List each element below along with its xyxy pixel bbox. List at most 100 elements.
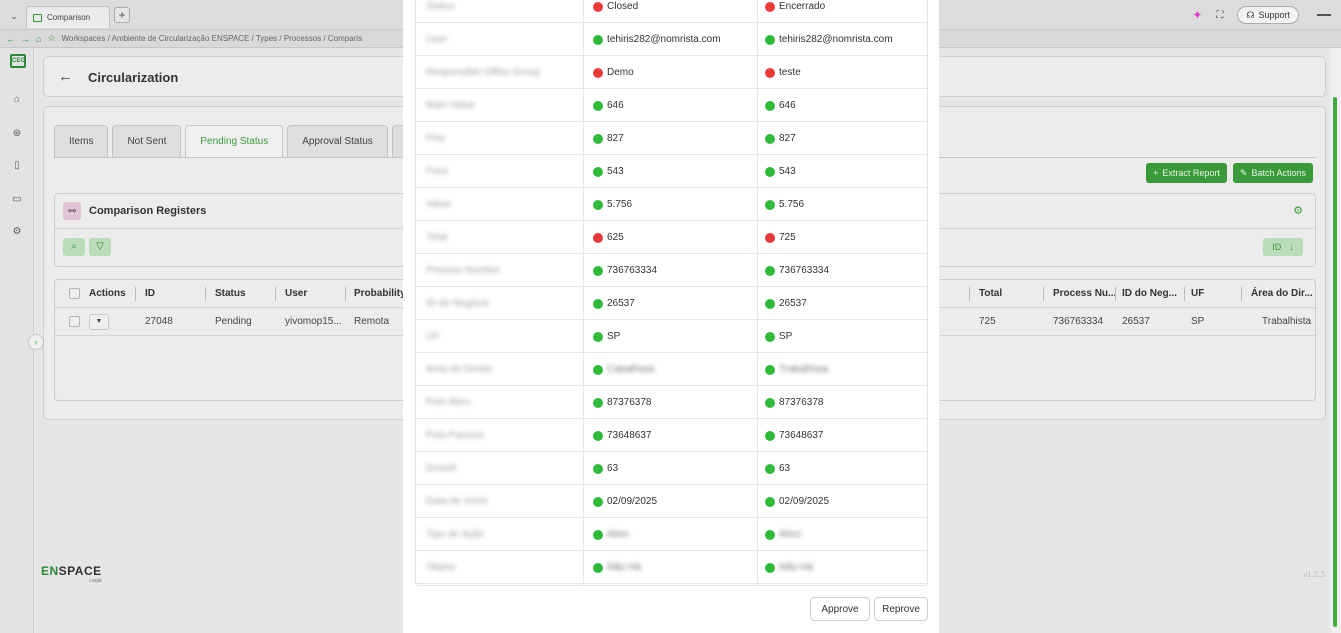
column-divider[interactable] xyxy=(1184,287,1185,301)
match-status-icon xyxy=(765,166,775,177)
match-status-icon xyxy=(593,463,603,474)
field-label: Área do Direito xyxy=(426,364,493,375)
support-button[interactable]: ☊ Support xyxy=(1237,6,1299,24)
batch-actions-button[interactable]: ✎ Batch Actions xyxy=(1232,163,1313,183)
comparison-row: UF SP SP xyxy=(416,320,927,353)
row-actions-dropdown[interactable]: ▼ xyxy=(89,314,109,330)
toolbar: + Extract Report ✎ Batch Actions xyxy=(1146,163,1313,183)
column-header-uf[interactable]: UF xyxy=(1191,280,1204,308)
reprove-button[interactable]: Reprove xyxy=(874,597,928,621)
comparison-modal: Status Closed Encerrado User tehiris282@nomr… xyxy=(403,0,939,633)
comparison-table: Status Closed Encerrado User tehiris282@nomr… xyxy=(415,0,928,586)
column-header-user[interactable]: User xyxy=(285,280,307,308)
target-value-cell: 543 xyxy=(765,155,927,188)
home-icon[interactable]: ⌂ xyxy=(36,34,41,44)
registers-icon: ⚯ xyxy=(63,202,81,220)
target-value-cell: 63 xyxy=(765,452,927,485)
plus-icon: + xyxy=(1153,168,1159,178)
search-icon[interactable]: ⌕ xyxy=(63,238,85,256)
star-icon[interactable]: ☆ xyxy=(47,33,55,44)
extract-report-button[interactable]: + Extract Report xyxy=(1146,163,1227,183)
row-probability: Remota xyxy=(354,316,390,327)
row-id: 27048 xyxy=(145,316,173,327)
field-value: SP xyxy=(779,331,793,342)
column-header-actions[interactable]: Actions xyxy=(89,280,126,308)
field-label: Status xyxy=(426,1,455,12)
target-value-cell: Não Há xyxy=(765,551,927,584)
field-value: 827 xyxy=(607,133,624,144)
match-status-icon xyxy=(765,364,775,375)
match-status-icon xyxy=(593,199,603,210)
new-tab-button[interactable]: + xyxy=(114,7,130,23)
scrollbar-thumb[interactable] xyxy=(1333,97,1337,627)
sort-button[interactable]: ID ↓ xyxy=(1263,238,1303,256)
tab-items[interactable]: Items xyxy=(54,125,109,157)
filter-icon[interactable]: ▽ xyxy=(89,238,111,256)
settings-icon[interactable]: ⚙ xyxy=(1293,204,1303,217)
column-divider[interactable] xyxy=(1043,287,1044,301)
document-icon[interactable]: ▯ xyxy=(0,160,34,171)
source-value-cell: 26537 xyxy=(593,287,757,320)
source-value-cell: 73648637 xyxy=(593,419,757,452)
column-divider[interactable] xyxy=(275,287,276,301)
column-header-probability[interactable]: Probability xyxy=(354,280,406,308)
match-status-icon xyxy=(765,298,775,309)
approve-button[interactable]: Approve xyxy=(810,597,870,621)
match-status-icon xyxy=(765,34,775,45)
column-header-area-direito[interactable]: Área do Dir... xyxy=(1251,280,1313,308)
expand-icon[interactable]: ⛶ xyxy=(1216,10,1223,21)
mismatch-status-icon xyxy=(765,1,775,12)
comparison-row: Status Closed Encerrado xyxy=(416,0,927,23)
row-id-negocio: 26537 xyxy=(1122,316,1150,327)
field-value: Demo xyxy=(607,67,634,78)
back-arrow-icon[interactable]: ← xyxy=(58,68,73,85)
forward-arrow-icon[interactable]: → xyxy=(21,34,30,44)
field-value: 5.756 xyxy=(779,199,805,210)
source-value-cell: 543 xyxy=(593,155,757,188)
sparkle-icon[interactable]: ✦ xyxy=(1192,8,1202,22)
home-icon[interactable]: ⌂ xyxy=(0,94,34,105)
field-value: Trabalhista xyxy=(779,364,829,375)
target-value-cell: 725 xyxy=(765,221,927,254)
field-value: 736763334 xyxy=(607,265,658,276)
field-value: 63 xyxy=(779,463,791,474)
comparison-row: Tipo de Ação Ativo Ativo xyxy=(416,518,927,551)
tab-not-sent[interactable]: Not Sent xyxy=(112,125,182,157)
select-all-checkbox[interactable] xyxy=(69,288,80,299)
source-value-cell: Cabalhista xyxy=(593,353,757,386)
browser-tab[interactable]: Comparison xyxy=(26,6,110,28)
tab-list-chevron-icon[interactable]: ⌄ xyxy=(6,8,22,24)
column-header-id[interactable]: ID xyxy=(145,280,155,308)
column-divider[interactable] xyxy=(1115,287,1116,301)
minimize-icon[interactable] xyxy=(1317,14,1331,16)
breadcrumb: Workspaces / Ambiente de Circularização … xyxy=(61,34,363,43)
tab-approval-status[interactable]: Approval Status xyxy=(287,125,388,157)
folder-icon[interactable]: ▭ xyxy=(0,194,34,205)
row-checkbox[interactable] xyxy=(69,316,80,327)
source-value-cell: 827 xyxy=(593,122,757,155)
app-logo-icon[interactable]: CEO xyxy=(10,54,26,68)
back-arrow-icon[interactable]: ← xyxy=(6,34,15,44)
column-divider[interactable] xyxy=(1241,287,1242,301)
column-header-total[interactable]: Total xyxy=(979,280,1002,308)
column-divider[interactable] xyxy=(135,287,136,301)
target-value-cell: 5.756 xyxy=(765,188,927,221)
match-status-icon xyxy=(765,529,775,540)
cases-icon[interactable]: ⊛ xyxy=(0,128,34,139)
pencil-icon: ✎ xyxy=(1239,167,1248,178)
target-value-cell: 02/09/2025 xyxy=(765,485,927,518)
expand-sidebar-chevron-icon[interactable]: › xyxy=(28,334,44,350)
column-divider[interactable] xyxy=(969,287,970,301)
extract-report-label: Extract Report xyxy=(1162,168,1220,178)
target-value-cell: 827 xyxy=(765,122,927,155)
source-value-cell: 5.756 xyxy=(593,188,757,221)
column-header-status[interactable]: Status xyxy=(215,280,246,308)
column-header-process-number[interactable]: Process Nu... xyxy=(1053,280,1116,308)
column-divider[interactable] xyxy=(345,287,346,301)
settings-icon[interactable]: ⚙ xyxy=(0,226,34,237)
match-status-icon xyxy=(593,298,603,309)
tab-pending-status[interactable]: Pending Status xyxy=(185,125,284,157)
column-header-id-negocio[interactable]: ID do Neg... xyxy=(1122,280,1177,308)
column-divider[interactable] xyxy=(205,287,206,301)
field-value: 5.756 xyxy=(607,199,633,210)
